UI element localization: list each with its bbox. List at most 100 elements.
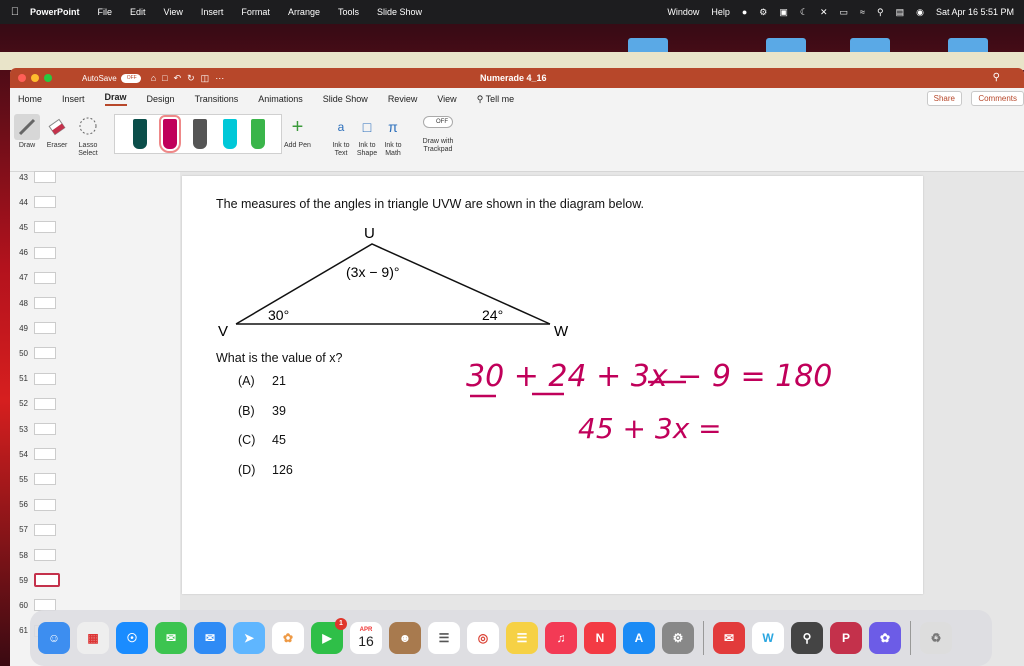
trackpad-toggle[interactable]: OFF: [423, 116, 453, 128]
maps-icon[interactable]: ➤: [233, 622, 265, 654]
draw-with-trackpad-control[interactable]: OFF Draw with Trackpad: [418, 114, 458, 154]
photos-icon[interactable]: ✿: [272, 622, 304, 654]
slide-thumbnail[interactable]: 59: [10, 569, 60, 591]
music-icon[interactable]: ♫: [545, 622, 577, 654]
tab-draw[interactable]: Draw: [105, 92, 127, 106]
menu-help[interactable]: Help: [711, 7, 730, 17]
quicktime-icon[interactable]: ⚲: [791, 622, 823, 654]
control-center-icon[interactable]: ▤: [896, 7, 905, 18]
close-window-button[interactable]: [18, 74, 26, 82]
apple-menu-icon[interactable]: : [0, 6, 30, 18]
powerpoint-icon[interactable]: P: [830, 622, 862, 654]
battery-icon[interactable]: ▭: [840, 7, 849, 18]
zoom-window-button[interactable]: [44, 74, 52, 82]
comments-button[interactable]: Comments: [971, 91, 1024, 106]
menu-tools[interactable]: Tools: [338, 7, 359, 17]
search-icon[interactable]: ⚲: [993, 72, 1000, 83]
numerade-icon[interactable]: W: [752, 622, 784, 654]
pen-gray[interactable]: [193, 119, 207, 149]
slide-thumbnail[interactable]: 52: [10, 393, 56, 415]
reminders-icon[interactable]: ☰: [428, 622, 460, 654]
slide-thumbnail[interactable]: 46: [10, 242, 56, 264]
slide-thumbnail[interactable]: 55: [10, 468, 56, 490]
pen-magenta-selected[interactable]: [163, 119, 177, 149]
menu-window[interactable]: Window: [667, 7, 699, 17]
menu-view[interactable]: View: [164, 7, 183, 17]
chrome-icon[interactable]: ◎: [467, 622, 499, 654]
tab-view[interactable]: View: [437, 94, 456, 104]
home-icon[interactable]: ⌂: [151, 73, 162, 83]
slideshow-icon[interactable]: ◫: [201, 73, 216, 83]
finder-icon[interactable]: ☺: [38, 622, 70, 654]
wifi-icon[interactable]: ≈: [860, 7, 865, 17]
pen-teal[interactable]: [133, 119, 147, 149]
slide-thumbnail[interactable]: 49: [10, 317, 56, 339]
menu-slide-show[interactable]: Slide Show: [377, 7, 422, 17]
highlighter-green[interactable]: [251, 119, 265, 149]
eraser-button[interactable]: Eraser: [44, 114, 70, 149]
ink-to-math-button[interactable]: π Ink to Math: [380, 114, 406, 158]
menu-format[interactable]: Format: [241, 7, 270, 17]
add-pen-button[interactable]: + Add Pen: [284, 114, 311, 149]
highlighter-cyan[interactable]: [223, 119, 237, 149]
launchpad-icon[interactable]: ▦: [77, 622, 109, 654]
calendar-icon[interactable]: APR 16: [350, 622, 382, 654]
connect-icon[interactable]: ✿: [869, 622, 901, 654]
slide-thumbnail[interactable]: 57: [10, 519, 56, 541]
tab-transitions[interactable]: Transitions: [195, 94, 239, 104]
trash-icon[interactable]: ♻: [920, 622, 952, 654]
tab-review[interactable]: Review: [388, 94, 418, 104]
slide-thumbnail[interactable]: 44: [10, 191, 56, 213]
tab-slide-show[interactable]: Slide Show: [323, 94, 368, 104]
notes-icon[interactable]: ☰: [506, 622, 538, 654]
autosave-toggle[interactable]: OFF: [121, 74, 141, 83]
lasso-select-button[interactable]: Lasso Select: [74, 114, 102, 158]
undo-icon[interactable]: ↶: [174, 73, 188, 83]
minimize-window-button[interactable]: [31, 74, 39, 82]
search-icon[interactable]: ⚲: [877, 7, 884, 18]
slide-thumbnail[interactable]: 53: [10, 418, 56, 440]
redo-icon[interactable]: ↻: [187, 73, 201, 83]
slide-thumbnail[interactable]: 54: [10, 443, 56, 465]
bluetooth-icon[interactable]: ✕: [820, 7, 828, 18]
slide-thumbnail[interactable]: 45: [10, 216, 56, 238]
slide[interactable]: The measures of the angles in triangle U…: [182, 176, 923, 594]
tab-insert[interactable]: Insert: [62, 94, 85, 104]
news-icon[interactable]: N: [584, 622, 616, 654]
slide-thumbnail[interactable]: 56: [10, 494, 56, 516]
tab-tell-me[interactable]: ⚲ Tell me: [477, 94, 514, 105]
moon-icon[interactable]: ☾: [800, 7, 808, 18]
slide-thumbnail[interactable]: 50: [10, 342, 56, 364]
save-icon[interactable]: □: [162, 73, 173, 83]
draw-tool-button[interactable]: Draw: [14, 114, 40, 149]
display-icon[interactable]: ▣: [779, 7, 788, 18]
safari-icon[interactable]: ☉: [116, 622, 148, 654]
gear-icon[interactable]: ⚙: [759, 7, 767, 18]
menu-edit[interactable]: Edit: [130, 7, 146, 17]
tab-animations[interactable]: Animations: [258, 94, 303, 104]
menu-app-name[interactable]: PowerPoint: [30, 7, 80, 17]
more-icon[interactable]: ⋯: [215, 73, 230, 83]
facetime-icon[interactable]: ▶1: [311, 622, 343, 654]
slide-thumbnail[interactable]: 58: [10, 544, 56, 566]
mail-icon[interactable]: ✉: [194, 622, 226, 654]
share-button[interactable]: Share: [927, 91, 962, 106]
app-store-icon[interactable]: A: [623, 622, 655, 654]
messages-icon[interactable]: ✉: [155, 622, 187, 654]
mail-app-icon[interactable]: ✉: [713, 622, 745, 654]
tab-home[interactable]: Home: [18, 94, 42, 104]
menu-insert[interactable]: Insert: [201, 7, 224, 17]
ink-to-text-button[interactable]: a Ink to Text: [328, 114, 354, 158]
ink-to-shape-button[interactable]: □ Ink to Shape: [354, 114, 380, 158]
slide-thumbnail[interactable]: 48: [10, 292, 56, 314]
slide-thumbnail[interactable]: 43: [10, 166, 56, 188]
menu-file[interactable]: File: [98, 7, 113, 17]
siri-icon[interactable]: ◉: [916, 7, 924, 18]
menu-arrange[interactable]: Arrange: [288, 7, 320, 17]
record-icon[interactable]: ●: [742, 7, 747, 17]
slide-thumbnail[interactable]: 51: [10, 368, 56, 390]
tab-design[interactable]: Design: [147, 94, 175, 104]
slide-thumbnail[interactable]: 47: [10, 267, 56, 289]
menu-datetime[interactable]: Sat Apr 16 5:51 PM: [936, 7, 1014, 17]
contacts-icon[interactable]: ☻: [389, 622, 421, 654]
